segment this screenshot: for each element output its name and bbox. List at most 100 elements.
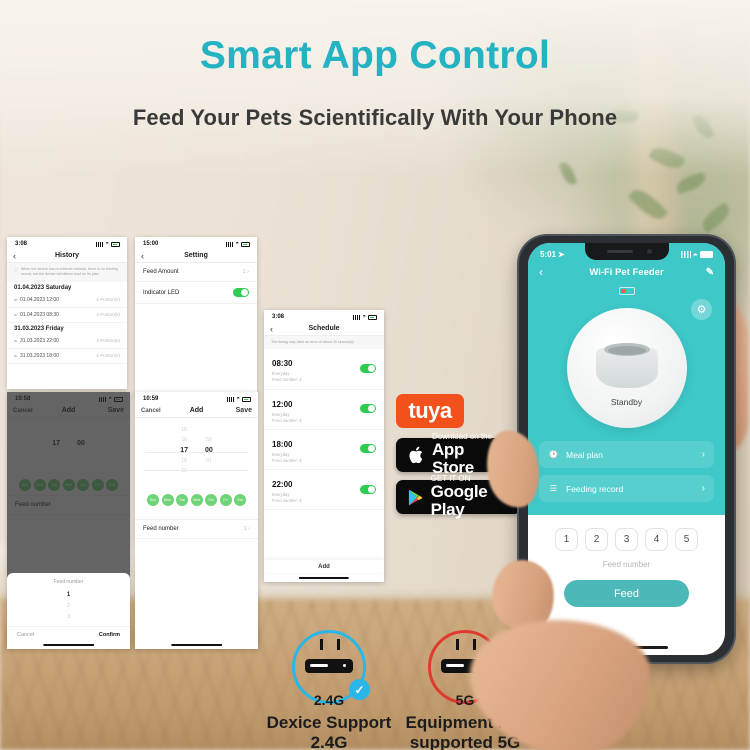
weekday-chip[interactable]: Sun — [147, 494, 159, 506]
weekday-chip[interactable]: Sat — [234, 494, 246, 506]
gear-icon[interactable]: ⚙ — [691, 299, 712, 320]
app-header-area: 5:01 ➤ ◓ ‹ Wi-Fi Pet Feeder ✎ ⚙ Standby — [528, 243, 725, 515]
signal-icon — [353, 314, 361, 320]
schedule-row[interactable]: 08:30 Everyday Feed number: 4 — [264, 349, 384, 390]
history-amount: 4 Portion(s) — [96, 353, 120, 359]
minute-column[interactable]: 00 59 00 01 00 — [205, 427, 213, 474]
sheet-confirm-button[interactable]: Confirm — [99, 632, 120, 638]
apple-icon — [409, 446, 423, 464]
schedule-row[interactable]: 12:00 Everyday Feed number: 4 — [264, 390, 384, 430]
battery-icon — [242, 396, 251, 402]
toggle-switch[interactable] — [360, 363, 376, 373]
history-row[interactable]: 01.04.2023 12:00 4 Portion(s) — [7, 293, 127, 308]
status-time: 5:01 — [540, 250, 557, 259]
location-icon: ➤ — [558, 250, 565, 259]
wifi-icon: ◓ — [105, 241, 109, 247]
schedule-row[interactable]: 22:00 Everyday Feed number: 4 — [264, 470, 384, 511]
sheet-option[interactable]: 3 — [67, 614, 70, 620]
add-schedule-button[interactable]: Add — [264, 560, 384, 573]
feed-number-option[interactable]: 5 — [675, 528, 698, 551]
nav-bar: Cancel Add Save — [135, 404, 258, 418]
schedule-row[interactable]: 18:00 Everyday Feed number: 4 — [264, 430, 384, 470]
feed-number-row[interactable]: Feed number 1 › — [135, 519, 258, 539]
meal-plan-label: Meal plan — [566, 449, 603, 460]
feed-number-option[interactable]: 2 — [585, 528, 608, 551]
picker-minute-below1: 01 — [206, 458, 212, 464]
cancel-button[interactable]: Cancel — [141, 408, 161, 414]
back-icon[interactable]: ‹ — [141, 251, 144, 261]
feed-button[interactable]: Feed — [564, 580, 689, 607]
status-bar: 15:00 ◓ — [135, 237, 257, 249]
toggle-switch[interactable] — [360, 404, 376, 414]
history-time: 31.03.2023 22:00 — [20, 337, 59, 344]
weekday-chip[interactable]: Wed — [190, 494, 203, 506]
feeding-record-link[interactable]: ☰ Feeding record › — [539, 475, 714, 502]
setting-row-feed-amount[interactable]: Feed Amount 1 › — [135, 263, 257, 282]
page-title: Smart App Control — [199, 34, 551, 77]
phone-notch — [584, 243, 669, 260]
weekday-chip[interactable]: Tue — [176, 494, 188, 506]
history-row[interactable]: 01.04.2023 08:30 4 Portion(s) — [7, 308, 127, 323]
back-icon[interactable]: ‹ — [539, 265, 543, 279]
schedule-feed-number: Feed number: 4 — [272, 377, 302, 383]
save-button[interactable]: Save — [236, 407, 252, 414]
history-time: 01.04.2023 08:30 — [20, 311, 59, 318]
wifi-icon: ◓ — [236, 396, 240, 402]
feed-number-selector[interactable]: 1 2 3 4 5 — [528, 528, 725, 551]
weekday-chip[interactable]: Fri — [219, 494, 232, 506]
pencil-icon[interactable]: ✎ — [706, 267, 714, 278]
page-subtitle: Feed Your Pets Scientifically With Your … — [132, 105, 618, 130]
screenshot-setting: 15:00 ◓ ‹ Setting Feed Amount 1 › Indica… — [135, 237, 257, 397]
toggle-switch[interactable] — [233, 288, 249, 297]
feed-number-option[interactable]: 1 — [555, 528, 578, 551]
nav-title: Schedule — [308, 325, 340, 332]
app-nav-bar: ‹ Wi-Fi Pet Feeder ✎ — [528, 262, 725, 282]
history-row[interactable]: 31.03.2023 22:00 4 Portion(s) — [7, 334, 127, 349]
picker-hour-above1: 16 — [181, 437, 187, 443]
device-state: Standby — [610, 397, 643, 407]
feeding-record-label: Feeding record — [566, 483, 624, 494]
history-time: 01.04.2023 12:00 — [20, 296, 59, 303]
screenshot-add-dark: 10:58 ◓ Cancel Add Save 17 00 Sun Mon Tu… — [7, 392, 130, 649]
setting-row-indicator-led[interactable]: Indicator LED — [135, 282, 257, 304]
home-indicator — [170, 643, 223, 646]
battery-icon — [368, 314, 377, 320]
background-top-wash — [0, 0, 750, 175]
history-row[interactable]: 31.03.2023 18:00 4 Portion(s) — [7, 349, 127, 364]
wifi-icon: ◓ — [692, 249, 698, 260]
screenshot-add-light: 10:59 ◓ Cancel Add Save 15 16 17 18 19 0… — [135, 392, 258, 649]
hour-column[interactable]: 15 16 17 18 19 — [180, 427, 188, 474]
toggle-switch[interactable] — [360, 484, 376, 494]
check-icon: ✓ — [349, 679, 370, 700]
setting-label: Indicator LED — [143, 289, 180, 296]
weekday-chip[interactable]: Mon — [161, 494, 174, 506]
feeder-bowl — [595, 343, 658, 388]
status-bar: 3:08 ◓ — [7, 237, 127, 249]
schedule-feed-number: Feed number: 4 — [272, 498, 302, 504]
nav-title: Add — [189, 407, 204, 414]
signal-icon — [227, 396, 235, 402]
sheet-cancel-button[interactable]: Cancel — [17, 632, 34, 638]
feed-number-label: Feed number — [602, 560, 651, 569]
feed-number-option[interactable]: 4 — [645, 528, 668, 551]
sheet-options[interactable]: 1 2 3 — [7, 589, 130, 626]
chevron-right-icon: › — [701, 483, 705, 494]
sheet-option[interactable]: 1 — [67, 592, 70, 598]
meal-plan-link[interactable]: 🕑 Meal plan › — [539, 441, 714, 468]
signal-icon — [96, 241, 104, 247]
schedule-time: 18:00 — [272, 439, 293, 449]
sheet-option[interactable]: 2 — [67, 603, 70, 609]
nav-bar: ‹ Setting — [135, 249, 257, 263]
history-time: 31.03.2023 18:00 — [20, 352, 59, 359]
toggle-switch[interactable] — [360, 444, 376, 454]
google-play-icon — [408, 489, 423, 505]
weekday-selector[interactable]: Sun Mon Tue Wed Thu Fri Sat — [135, 480, 258, 510]
back-icon[interactable]: ‹ — [270, 324, 273, 334]
back-icon[interactable]: ‹ — [13, 251, 16, 261]
weekday-chip[interactable]: Thu — [205, 494, 217, 506]
speaker-icon — [606, 250, 633, 253]
status-bar: 3:08 ◓ — [264, 310, 384, 322]
time-picker[interactable]: 15 16 17 18 19 00 59 00 01 00 — [135, 418, 258, 480]
feed-number-option[interactable]: 3 — [615, 528, 638, 551]
history-amount: 4 Portion(s) — [96, 312, 120, 318]
